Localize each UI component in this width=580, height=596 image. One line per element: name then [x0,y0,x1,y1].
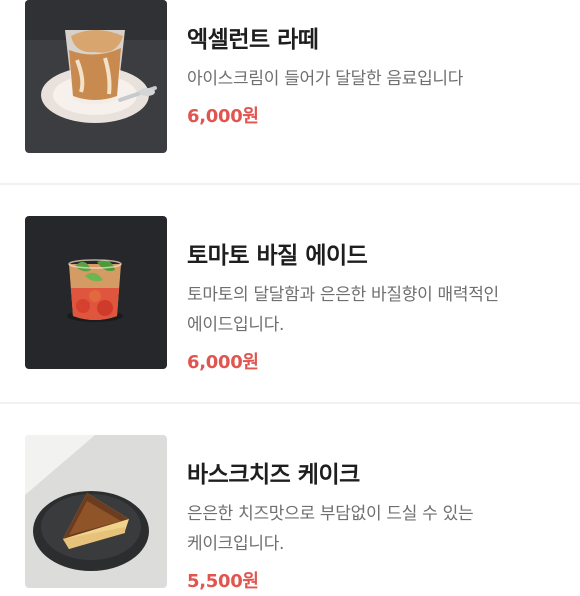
tomato-basil-ade-photo [25,216,167,369]
divider [0,183,580,185]
menu-item-name: 바스크치즈 케이크 [187,462,360,488]
menu-item-description: 은은한 치즈맛으로 부담없이 드실 수 있는 케이크입니다. [187,504,474,554]
menu-item-info: 바스크치즈 케이크 은은한 치즈맛으로 부담없이 드실 수 있는 케이크입니다.… [187,435,557,593]
divider [0,402,580,404]
menu-item-price: 5,500원 [187,571,259,592]
iced-latte-photo [25,0,167,153]
menu-item[interactable]: 바스크치즈 케이크 은은한 치즈맛으로 부담없이 드실 수 있는 케이크입니다.… [0,435,580,593]
menu-item-price: 6,000원 [187,106,259,127]
menu-item[interactable]: 엑셀런트 라떼 아이스크림이 들어가 달달한 음료입니다 6,000원 [0,0,580,153]
menu-item-description: 토마토의 달달함과 은은한 바질향이 매력적인 에이드입니다. [187,285,499,335]
basque-cheesecake-photo [25,435,167,588]
menu-item-name: 토마토 바질 에이드 [187,243,368,269]
menu-list: 엑셀런트 라떼 아이스크림이 들어가 달달한 음료입니다 6,000원 토마토 [0,0,580,596]
menu-item[interactable]: 토마토 바질 에이드 토마토의 달달함과 은은한 바질향이 매력적인 에이드입니… [0,216,580,374]
menu-item-name: 엑셀런트 라떼 [187,27,319,53]
menu-item-info: 토마토 바질 에이드 토마토의 달달함과 은은한 바질향이 매력적인 에이드입니… [187,216,557,374]
menu-item-info: 엑셀런트 라떼 아이스크림이 들어가 달달한 음료입니다 6,000원 [187,0,557,128]
menu-item-description: 아이스크림이 들어가 달달한 음료입니다 [187,69,464,89]
menu-item-price: 6,000원 [187,352,259,373]
